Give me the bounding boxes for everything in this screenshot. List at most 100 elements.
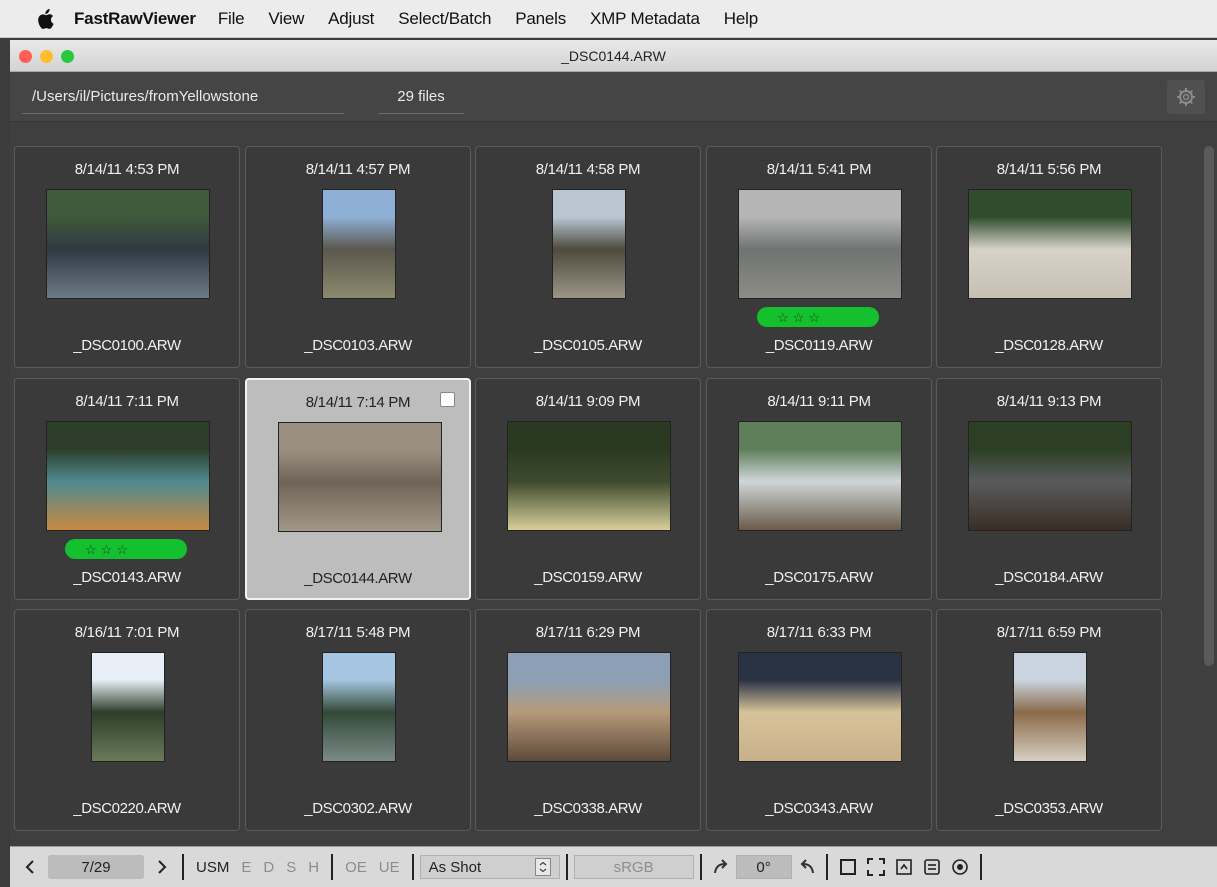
photo-thumbnail[interactable]: [968, 421, 1132, 531]
thumbnail-timestamp: 8/14/11 7:14 PM: [305, 394, 411, 411]
thumbnail-filename: _DSC0100.ARW: [73, 337, 181, 354]
apple-icon[interactable]: [36, 8, 58, 30]
thumbnail-timestamp: 8/14/11 9:09 PM: [535, 393, 641, 410]
photo-thumbnail[interactable]: [738, 652, 902, 762]
rotate-left-icon[interactable]: [795, 856, 817, 878]
dropdown-icon[interactable]: [534, 858, 551, 876]
overexposure-toggle[interactable]: OE: [339, 859, 373, 876]
thumbnail-filename: _DSC0119.ARW: [765, 337, 873, 354]
thumbnail-filename: _DSC0353.ARW: [995, 800, 1103, 817]
thumbnail-grid: 8/14/11 4:53 PM _DSC0100.ARW 8/14/11 4:57 …: [10, 144, 1175, 834]
photo-thumbnail[interactable]: [322, 652, 396, 762]
thumbnail-card[interactable]: 8/16/11 7:01 PM _DSC0220.ARW: [14, 609, 240, 831]
thumbnail-timestamp: 8/17/11 6:33 PM: [766, 624, 872, 641]
path-toolbar: /Users/il/Pictures/fromYellowstone 29 fi…: [10, 72, 1217, 122]
photo-thumbnail[interactable]: [738, 421, 902, 531]
photo-thumbnail[interactable]: [278, 422, 442, 532]
white-balance-value: As Shot: [428, 858, 482, 876]
thumbnail-filename: _DSC0103.ARW: [304, 337, 412, 354]
thumbnail-card[interactable]: 8/17/11 5:48 PM _DSC0302.ARW: [245, 609, 471, 831]
star-icon: ☆: [777, 309, 789, 325]
menu-adjust[interactable]: Adjust: [328, 9, 374, 29]
photo-thumbnail[interactable]: [46, 189, 210, 299]
photo-thumbnail[interactable]: [91, 652, 165, 762]
toolbar-divider: [979, 854, 982, 880]
menu-panels[interactable]: Panels: [515, 9, 566, 29]
scrollbar-thumb[interactable]: [1204, 146, 1214, 666]
thumbnail-filename: _DSC0128.ARW: [995, 337, 1103, 354]
select-checkbox[interactable]: [440, 392, 455, 407]
toolbar-divider: [699, 854, 702, 880]
thumbnail-filename: _DSC0105.ARW: [534, 337, 642, 354]
white-balance-select[interactable]: As Shot: [419, 855, 560, 879]
folder-path-field[interactable]: /Users/il/Pictures/fromYellowstone: [22, 80, 344, 114]
page-indicator[interactable]: 7/29: [48, 855, 144, 879]
photo-thumbnail[interactable]: [1013, 652, 1087, 762]
exposure-s-toggle[interactable]: S: [280, 859, 302, 876]
star-icon: ☆: [85, 541, 97, 557]
exposure-e-toggle[interactable]: E: [235, 859, 257, 876]
chevron-left-icon[interactable]: [19, 856, 41, 878]
thumbnail-card[interactable]: 8/14/11 9:09 PM _DSC0159.ARW: [475, 378, 701, 600]
square-icon[interactable]: [837, 856, 859, 878]
photo-thumbnail[interactable]: [46, 421, 210, 531]
underexposure-toggle[interactable]: UE: [373, 859, 406, 876]
thumbnail-card[interactable]: 8/17/11 6:33 PM _DSC0343.ARW: [706, 609, 932, 831]
photo-thumbnail[interactable]: [507, 421, 671, 531]
thumbnail-filename: _DSC0338.ARW: [534, 800, 642, 817]
menu-select-batch[interactable]: Select/Batch: [398, 9, 491, 29]
color-profile-field[interactable]: sRGB: [573, 855, 694, 879]
thumbnail-card[interactable]: 8/14/11 7:11 PM ☆ ☆ ☆ _DSC0143.ARW: [14, 378, 240, 600]
globe-icon[interactable]: [949, 856, 971, 878]
info-panel-icon[interactable]: [921, 856, 943, 878]
photo-thumbnail[interactable]: [552, 189, 626, 299]
toolbar-divider: [825, 854, 828, 880]
menu-help[interactable]: Help: [724, 9, 758, 29]
thumbnail-timestamp: 8/14/11 4:58 PM: [535, 161, 641, 178]
toolbar-divider: [411, 854, 414, 880]
toolbar-divider: [182, 854, 184, 880]
thumbnail-card[interactable]: 8/14/11 9:13 PM _DSC0184.ARW: [936, 378, 1162, 600]
thumbnail-timestamp: 8/14/11 9:11 PM: [767, 393, 871, 410]
thumbnail-card[interactable]: 8/14/11 7:14 PM _DSC0144.ARW: [245, 378, 471, 600]
toolbar-divider: [565, 854, 568, 880]
photo-thumbnail[interactable]: [968, 189, 1132, 299]
thumbnail-card[interactable]: 8/17/11 6:29 PM _DSC0338.ARW: [475, 609, 701, 831]
thumbnail-card[interactable]: 8/14/11 4:57 PM _DSC0103.ARW: [245, 146, 471, 368]
rating-badge[interactable]: ☆ ☆ ☆: [757, 307, 879, 327]
thumbnail-filename: _DSC0159.ARW: [534, 569, 642, 586]
chevron-right-icon[interactable]: [151, 856, 173, 878]
grid-icon[interactable]: [893, 856, 915, 878]
rotation-field[interactable]: 0°: [735, 855, 792, 879]
thumbnail-timestamp: 8/14/11 5:56 PM: [996, 161, 1102, 178]
fullscreen-icon[interactable]: [865, 856, 887, 878]
star-icon: ☆: [116, 541, 128, 557]
menu-file[interactable]: File: [218, 9, 245, 29]
rotate-right-icon[interactable]: [711, 856, 733, 878]
thumbnail-card[interactable]: 8/14/11 9:11 PM _DSC0175.ARW: [706, 378, 932, 600]
photo-thumbnail[interactable]: [738, 189, 902, 299]
star-icon: ☆: [100, 541, 113, 557]
rating-badge[interactable]: ☆ ☆ ☆: [65, 539, 187, 559]
window-title: _DSC0144.ARW: [561, 48, 666, 64]
thumbnail-card[interactable]: 8/14/11 5:41 PM ☆ ☆ ☆ _DSC0119.ARW: [706, 146, 932, 368]
menu-view[interactable]: View: [268, 9, 304, 29]
thumbnail-timestamp: 8/17/11 5:48 PM: [305, 624, 411, 641]
thumbnail-timestamp: 8/17/11 6:59 PM: [996, 624, 1102, 641]
gear-icon[interactable]: [1167, 80, 1205, 114]
usm-toggle[interactable]: USM: [190, 859, 235, 876]
thumbnail-card[interactable]: 8/14/11 4:58 PM _DSC0105.ARW: [475, 146, 701, 368]
thumbnail-filename: _DSC0184.ARW: [995, 569, 1103, 586]
toolbar-divider: [331, 854, 334, 880]
photo-thumbnail[interactable]: [507, 652, 671, 762]
menu-app-name[interactable]: FastRawViewer: [74, 9, 196, 29]
star-icon: ☆: [792, 309, 805, 325]
thumbnail-card[interactable]: 8/14/11 4:53 PM _DSC0100.ARW: [14, 146, 240, 368]
exposure-h-toggle[interactable]: H: [302, 859, 325, 876]
thumbnail-card[interactable]: 8/17/11 6:59 PM _DSC0353.ARW: [936, 609, 1162, 831]
photo-thumbnail[interactable]: [322, 189, 396, 299]
thumbnail-card[interactable]: 8/14/11 5:56 PM _DSC0128.ARW: [936, 146, 1162, 368]
menu-xmp-metadata[interactable]: XMP Metadata: [590, 9, 700, 29]
thumbnail-timestamp: 8/14/11 7:11 PM: [75, 393, 179, 410]
exposure-d-toggle[interactable]: D: [257, 859, 280, 876]
